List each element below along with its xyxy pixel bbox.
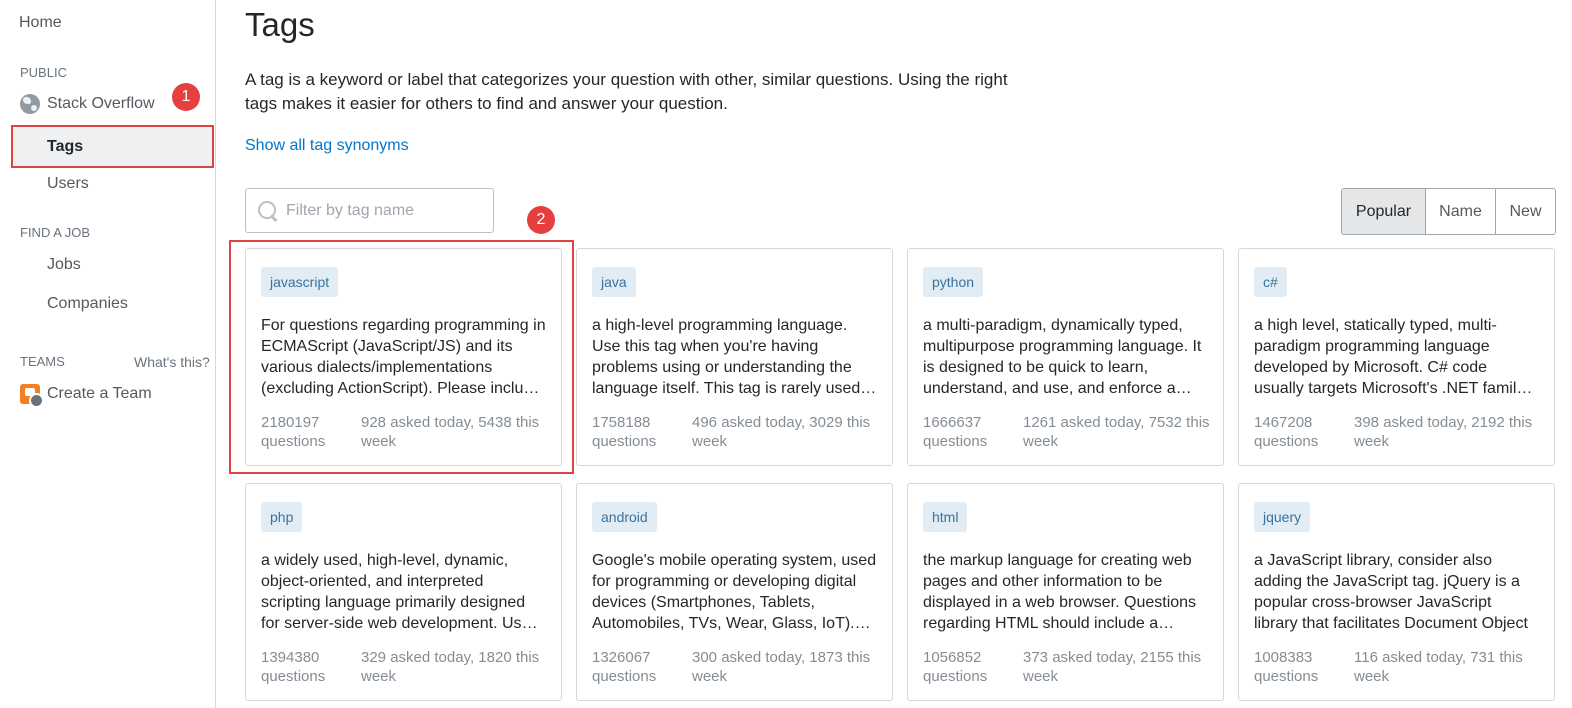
tag-card: jquery a JavaScript library, consider al… xyxy=(1238,483,1555,701)
question-count: 1008383 xyxy=(1254,649,1313,666)
tag-grid: javascript For questions regarding progr… xyxy=(245,248,1555,701)
tag-card: android Google's mobile operating system… xyxy=(576,483,893,701)
tag-description: For questions regarding programming in E… xyxy=(261,317,546,397)
create-team-link[interactable]: Create a Team xyxy=(20,384,152,408)
question-count-label: questions xyxy=(923,668,988,685)
question-count-label: questions xyxy=(592,668,657,685)
tag-filter-box[interactable] xyxy=(245,188,494,233)
tag-description: a JavaScript library, consider also addi… xyxy=(1254,552,1528,632)
tag-link[interactable]: python xyxy=(923,267,984,297)
tag-card: python a multi-paradigm, dynamically typ… xyxy=(907,248,1224,466)
tag-card: java a high-level programming language. … xyxy=(576,248,893,466)
tag-card: php a widely used, high-level, dynamic, … xyxy=(245,483,562,701)
sort-name-button[interactable]: Name xyxy=(1425,189,1495,234)
question-count: 1666637 xyxy=(923,414,982,431)
nav-users[interactable]: Users xyxy=(47,175,89,193)
find-job-heading: FIND A JOB xyxy=(20,225,91,240)
nav-home[interactable]: Home xyxy=(19,14,62,32)
tag-link[interactable]: jquery xyxy=(1254,502,1311,532)
tag-activity: 928 asked today, 5438 this week xyxy=(361,414,540,450)
tag-link[interactable]: android xyxy=(592,502,657,532)
question-count: 1326067 xyxy=(592,649,651,666)
tag-card: c# a high level, statically typed, multi… xyxy=(1238,248,1555,466)
team-icon xyxy=(20,384,44,408)
tag-activity: 373 asked today, 2155 this week xyxy=(1023,649,1202,685)
show-tag-synonyms-link[interactable]: Show all tag synonyms xyxy=(245,137,409,155)
tag-link[interactable]: c# xyxy=(1254,267,1287,297)
question-count: 2180197 xyxy=(261,414,320,431)
question-count: 1056852 xyxy=(923,649,982,666)
question-count: 1394380 xyxy=(261,649,320,666)
globe-icon xyxy=(20,94,40,114)
question-count-label: questions xyxy=(261,433,326,450)
page-title: Tags xyxy=(245,6,315,43)
public-heading: PUBLIC xyxy=(20,65,67,80)
tag-description: a widely used, high-level, dynamic, obje… xyxy=(261,552,540,632)
search-icon xyxy=(256,199,280,223)
tag-link[interactable]: java xyxy=(592,267,636,297)
question-count-label: questions xyxy=(261,668,326,685)
question-count-label: questions xyxy=(1254,668,1319,685)
tag-description: a high-level programming language. Use t… xyxy=(592,317,861,397)
tag-link[interactable]: html xyxy=(923,502,968,532)
question-count-label: questions xyxy=(592,433,657,450)
question-count: 1758188 xyxy=(592,414,651,431)
tag-filter-input[interactable] xyxy=(286,201,486,220)
page-description: A tag is a keyword or label that categor… xyxy=(245,70,1008,113)
sort-new-button[interactable]: New xyxy=(1495,189,1555,234)
tag-activity: 329 asked today, 1820 this week xyxy=(361,649,540,685)
sort-tabs: Popular Name New xyxy=(1341,188,1556,235)
annotation-badge-2: 2 xyxy=(527,206,555,234)
tag-activity: 116 asked today, 731 this week xyxy=(1354,649,1523,685)
tag-activity: 1261 asked today, 7532 this week xyxy=(1023,414,1210,450)
whats-this-link[interactable]: What's this? xyxy=(134,354,210,370)
nav-stack-overflow[interactable]: Stack Overflow xyxy=(20,94,155,114)
annotation-badge-1: 1 xyxy=(172,83,200,111)
nav-jobs[interactable]: Jobs xyxy=(47,256,81,274)
tag-link[interactable]: javascript xyxy=(261,267,339,297)
tag-link[interactable]: php xyxy=(261,502,303,532)
tag-description: a multi-paradigm, dynamically typed, mul… xyxy=(923,317,1202,397)
question-count-label: questions xyxy=(923,433,988,450)
tag-description: the markup language for creating web pag… xyxy=(923,552,1197,632)
question-count: 1467208 xyxy=(1254,414,1313,431)
tag-description: Google's mobile operating system, used f… xyxy=(592,552,877,632)
tag-card: html the markup language for creating we… xyxy=(907,483,1224,701)
tag-description: a high level, statically typed, multi-pa… xyxy=(1254,317,1525,397)
sort-popular-button[interactable]: Popular xyxy=(1342,189,1425,234)
create-team-label: Create a Team xyxy=(47,385,152,402)
tag-activity: 398 asked today, 2192 this week xyxy=(1354,414,1533,450)
tag-card: javascript For questions regarding progr… xyxy=(245,248,562,466)
nav-companies[interactable]: Companies xyxy=(47,295,128,313)
nav-stack-overflow-label: Stack Overflow xyxy=(47,95,155,112)
teams-heading: TEAMS xyxy=(20,354,65,369)
question-count-label: questions xyxy=(1254,433,1319,450)
tag-activity: 496 asked today, 3029 this week xyxy=(692,414,871,450)
nav-tags[interactable]: Tags xyxy=(11,125,214,168)
tag-activity: 300 asked today, 1873 this week xyxy=(692,649,871,685)
